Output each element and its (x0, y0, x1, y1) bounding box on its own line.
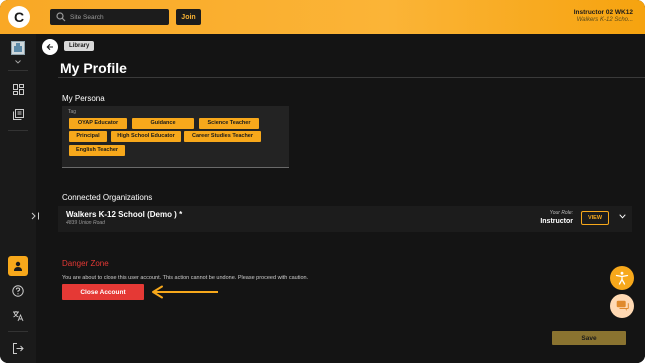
persona-tags-field[interactable]: Tag OYAP Educator Guidance Counsellor Sc… (62, 106, 289, 168)
sidebar-divider (8, 331, 28, 332)
organization-name: Walkers K-12 School (Demo ) * (66, 210, 183, 219)
accessibility-button[interactable] (610, 266, 634, 290)
view-organization-button[interactable]: VIEW (581, 211, 609, 225)
chat-button[interactable] (610, 294, 634, 318)
library-icon (12, 108, 24, 120)
close-account-button[interactable]: Close Account (62, 284, 144, 300)
role-label: Your Role: (549, 210, 573, 216)
sidebar-item-help[interactable] (8, 281, 28, 301)
persona-tag[interactable]: Principal (69, 131, 107, 142)
persona-tag[interactable]: OYAP Educator (69, 118, 127, 129)
sidebar-item-dashboard[interactable] (8, 79, 28, 99)
sidebar (0, 34, 36, 363)
role-value: Instructor (540, 218, 573, 225)
app-frame: C Join Instructor 02 WK12 Walkers K-12 S… (0, 0, 645, 363)
translate-icon (13, 311, 24, 322)
page-title: My Profile (60, 60, 127, 76)
back-button[interactable] (42, 39, 58, 55)
accessibility-icon (615, 271, 629, 285)
sidebar-item-profile[interactable] (8, 256, 28, 276)
search-input[interactable] (70, 9, 165, 25)
persona-section-title: My Persona (62, 94, 105, 103)
sidebar-collapse-toggle[interactable] (26, 207, 44, 225)
organization-row: Walkers K-12 School (Demo ) * 4839 Union… (58, 206, 632, 232)
tag-field-label: Tag (68, 109, 77, 115)
user-organization: Walkers K-12 Scho... (576, 17, 633, 23)
sidebar-divider (8, 70, 28, 71)
collapse-icon (31, 212, 39, 220)
title-divider (58, 77, 645, 78)
top-bar: C Join Instructor 02 WK12 Walkers K-12 S… (0, 0, 645, 34)
persona-tag[interactable]: Guidance Counsellor (132, 118, 194, 137)
chat-icon (616, 300, 629, 311)
chevron-down-icon[interactable] (619, 214, 626, 219)
sidebar-item-library[interactable] (8, 104, 28, 124)
sidebar-divider (8, 130, 28, 131)
dashboard-icon (12, 83, 24, 95)
sidebar-item-logout[interactable] (8, 338, 28, 358)
danger-zone-message: You are about to close this user account… (62, 275, 309, 281)
help-icon (12, 285, 24, 297)
org-avatar-icon (11, 41, 25, 55)
breadcrumb-library[interactable]: Library (64, 41, 95, 51)
sidebar-org-avatar[interactable] (8, 38, 28, 58)
logo[interactable]: C (8, 6, 30, 28)
danger-zone-title: Danger Zone (62, 259, 109, 268)
arrow-left-icon (152, 285, 218, 299)
search-icon (56, 12, 66, 22)
user-name[interactable]: Instructor 02 WK12 (574, 9, 633, 16)
organization-address: 4839 Union Road (66, 220, 105, 226)
profile-icon (14, 261, 22, 271)
persona-tag[interactable]: Science Teacher (199, 118, 259, 129)
persona-tag[interactable]: English Teacher (69, 145, 125, 156)
arrow-left-icon (46, 43, 53, 51)
sidebar-item-translate[interactable] (8, 306, 28, 326)
join-button[interactable]: Join (176, 9, 201, 25)
organizations-section-title: Connected Organizations (62, 193, 153, 202)
persona-tag[interactable]: Career Studies Teacher (184, 131, 261, 142)
logout-icon (12, 342, 24, 354)
search-box[interactable] (50, 9, 169, 25)
chevron-down-icon[interactable] (15, 60, 21, 64)
save-button[interactable]: Save (552, 331, 626, 345)
persona-tag[interactable]: High School Educator (111, 131, 181, 142)
